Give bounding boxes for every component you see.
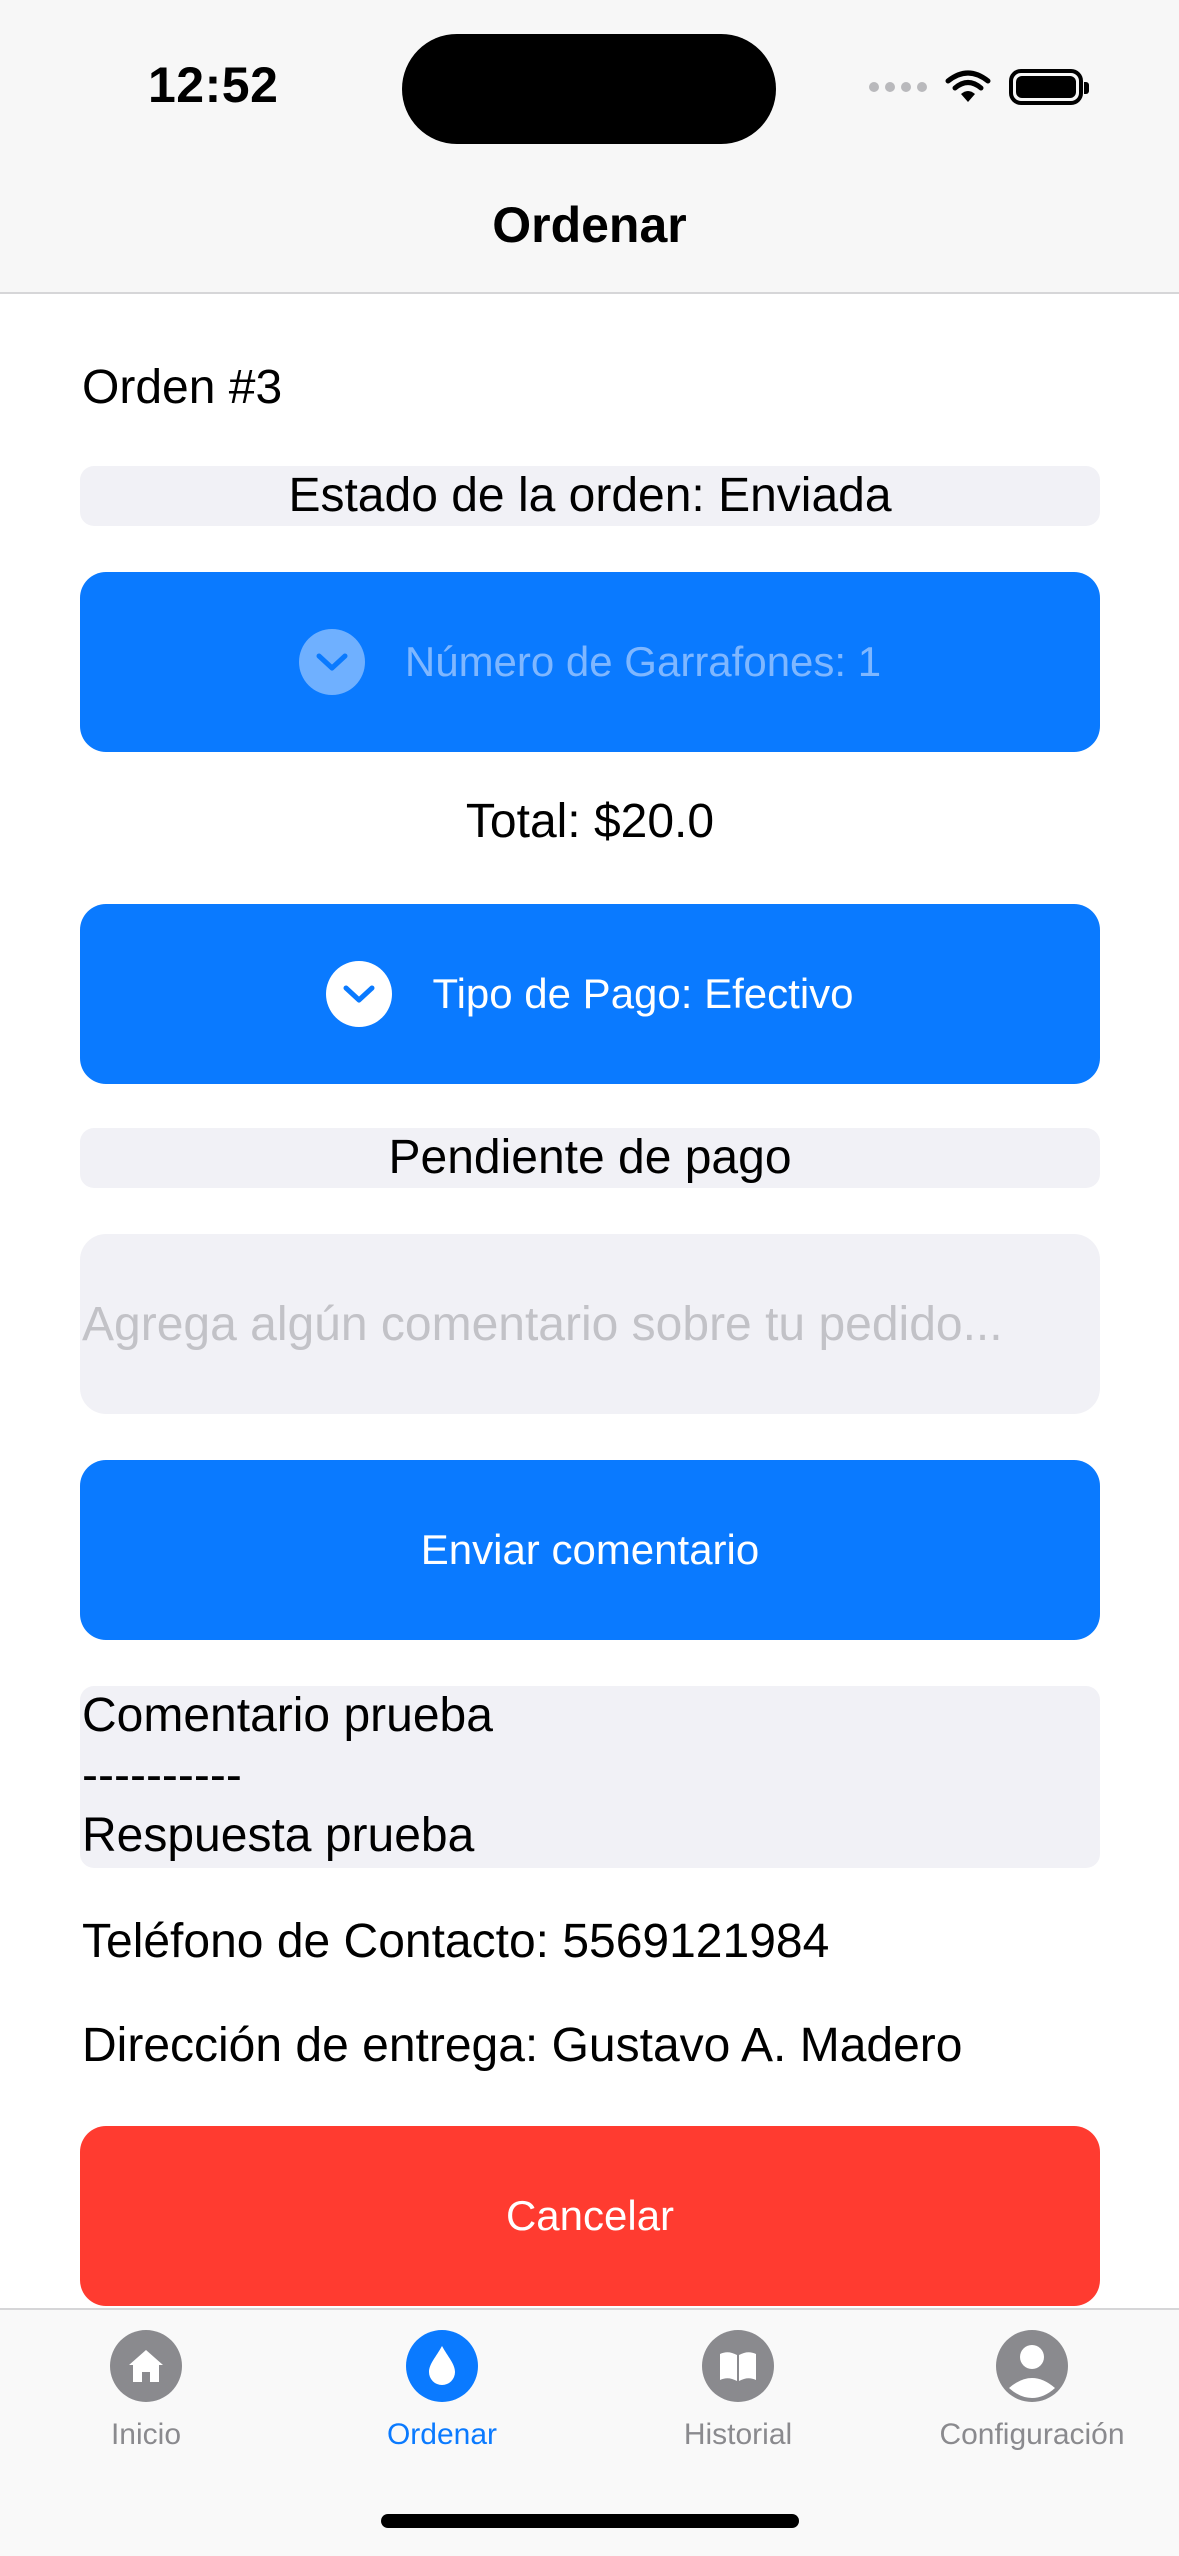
top-bar: 12:52 Ordenar: [0, 0, 1179, 294]
payment-type-label: Tipo de Pago: Efectivo: [432, 970, 854, 1017]
tab-inicio[interactable]: Inicio: [26, 2330, 266, 2452]
tab-ordenar[interactable]: Ordenar: [322, 2330, 562, 2452]
order-number: Orden #3: [82, 361, 283, 414]
water-drop-icon: [406, 2330, 478, 2402]
order-status-badge: Estado de la orden: Enviada: [80, 466, 1100, 526]
status-time: 12:52: [148, 57, 279, 113]
house-icon: [110, 2330, 182, 2402]
chevron-down-icon: [326, 961, 393, 1027]
tab-label: Historial: [683, 2418, 793, 2451]
send-comment-button[interactable]: Enviar comentario: [80, 1460, 1100, 1640]
payment-type-picker-button[interactable]: Tipo de Pago: Efectivo: [80, 904, 1100, 1084]
comments-thread: Comentario prueba ---------- Respuesta p…: [80, 1686, 1100, 1868]
chevron-down-icon: [298, 629, 365, 695]
contact-phone: Teléfono de Contacto: 5569121984: [82, 1915, 830, 1968]
comment-text: Comentario prueba: [82, 1689, 493, 1742]
tab-label: Configuración: [939, 2418, 1125, 2451]
reply-text: Respuesta prueba: [82, 1809, 475, 1862]
home-indicator: [381, 2514, 799, 2528]
tab-label: Ordenar: [386, 2418, 498, 2451]
dynamic-island: [402, 34, 776, 144]
quantity-picker-button[interactable]: Número de Garrafones: 1: [80, 572, 1100, 752]
quantity-label: Número de Garrafones: 1: [404, 638, 882, 685]
cellular-signal-icon: [869, 82, 927, 92]
status-icons: [869, 62, 1089, 112]
wifi-icon: [945, 70, 991, 102]
book-icon: [702, 2330, 774, 2402]
order-total: Total: $20.0: [465, 795, 715, 848]
battery-icon: [1009, 69, 1089, 105]
comment-input[interactable]: [80, 1234, 1100, 1414]
send-comment-label: Enviar comentario: [420, 1526, 760, 1573]
tab-historial[interactable]: Historial: [618, 2330, 858, 2452]
cancel-label: Cancelar: [505, 2192, 675, 2239]
comment-separator: ----------: [82, 1749, 242, 1802]
page-title: Ordenar: [492, 197, 687, 253]
tab-configuracion[interactable]: Configuración: [912, 2330, 1152, 2452]
payment-status-badge: Pendiente de pago: [80, 1128, 1100, 1188]
person-icon: [996, 2330, 1068, 2402]
cancel-order-button[interactable]: Cancelar: [80, 2126, 1100, 2306]
tab-label: Inicio: [110, 2418, 182, 2451]
delivery-address: Dirección de entrega: Gustavo A. Madero: [82, 2019, 963, 2072]
